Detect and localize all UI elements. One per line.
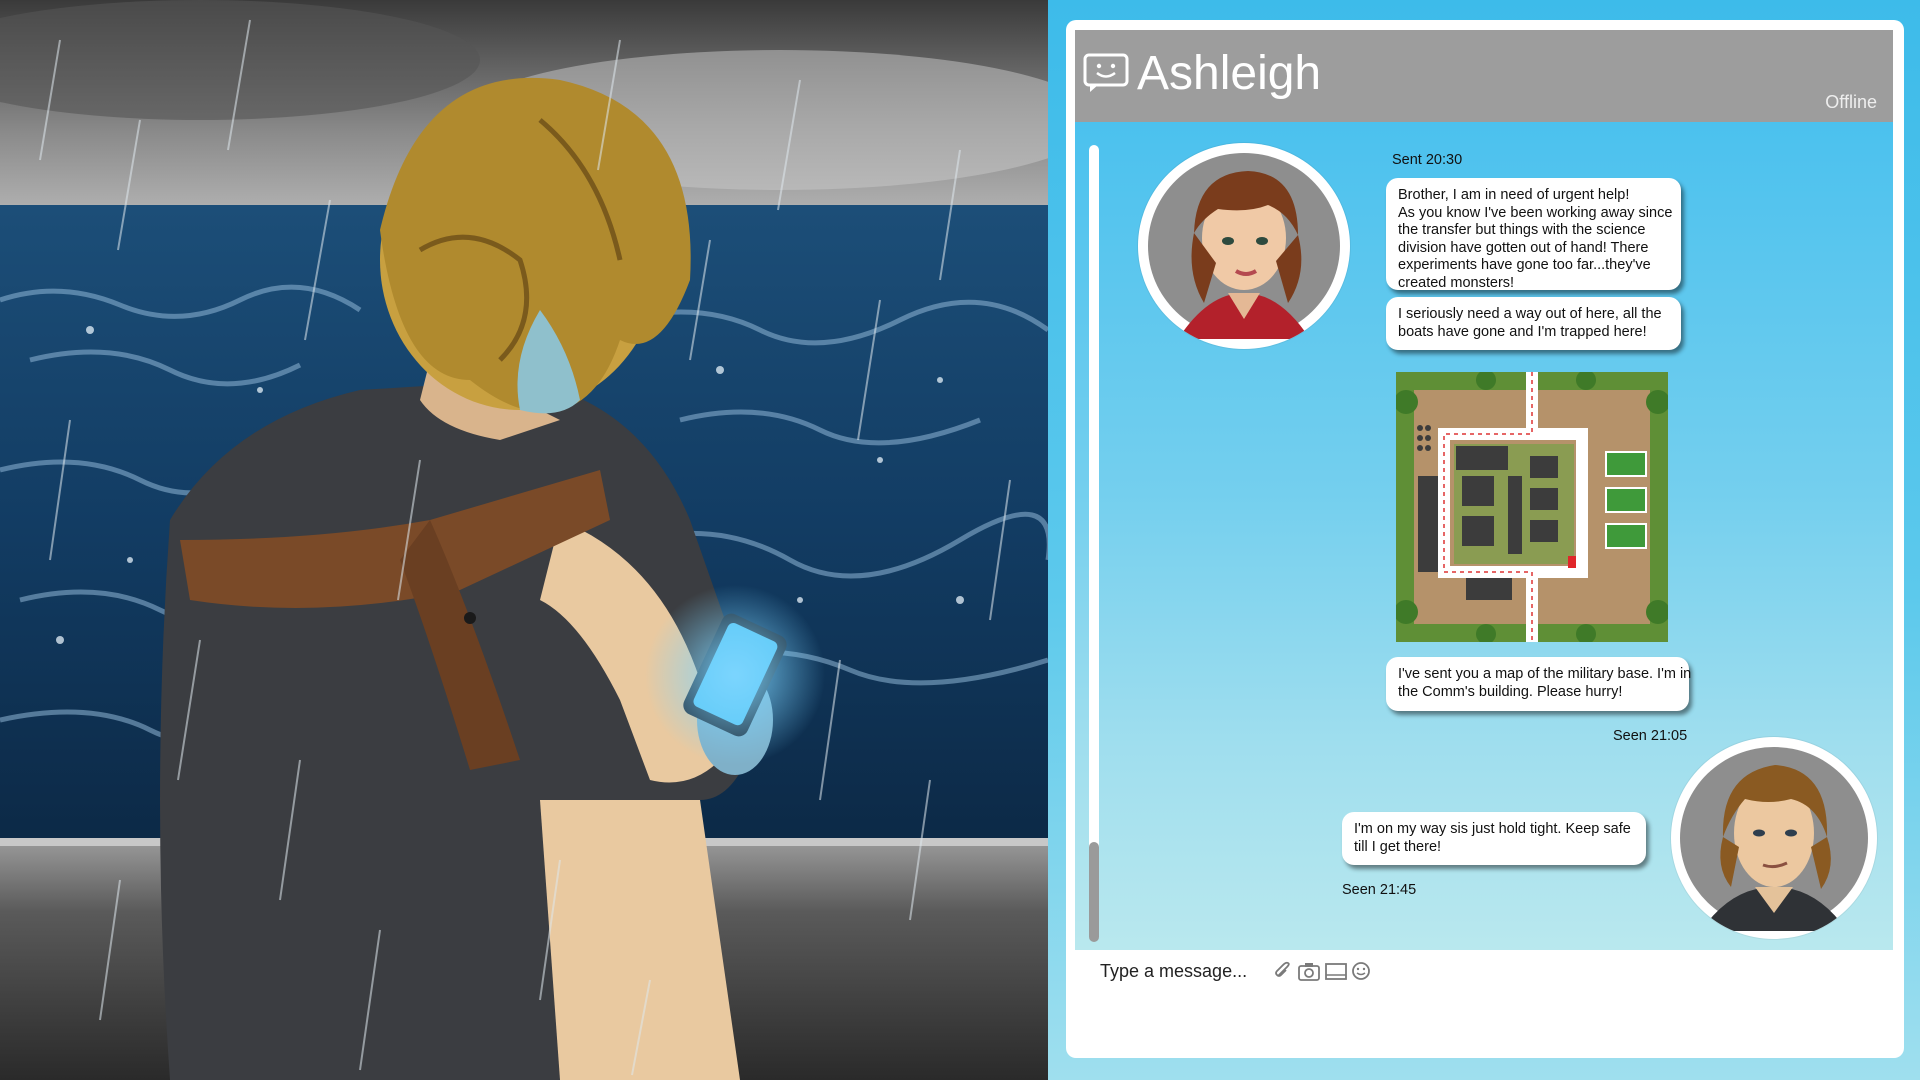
- message-text-line: As you know I've been working away since: [1398, 204, 1673, 221]
- comic-illustration: [0, 0, 1048, 1080]
- message-bubble-outgoing: I'm on my way sis just hold tight. Keep …: [1342, 812, 1646, 865]
- message-text-line: till I get there!: [1354, 838, 1442, 855]
- camera-icon[interactable]: [1297, 960, 1320, 982]
- message-input[interactable]: [1098, 956, 1262, 986]
- message-text-line: experiments have gone too far...they've: [1398, 257, 1651, 273]
- message-bubble: I've sent you a map of the military base…: [1386, 657, 1692, 711]
- scrollbar-track[interactable]: [1089, 145, 1099, 941]
- message-text-line: division have gotten out of hand! There: [1398, 239, 1649, 256]
- message-bubble: Brother, I am in need of urgent help! As…: [1386, 178, 1681, 291]
- attach-icon[interactable]: [1272, 960, 1294, 982]
- message-text-line: I've sent you a map of the military base…: [1398, 666, 1692, 682]
- military-base-map-image[interactable]: [1396, 372, 1668, 642]
- message-bubble: I seriously need a way out of here, all …: [1386, 297, 1681, 350]
- contact-status: Offline: [1825, 92, 1877, 112]
- emoji-icon[interactable]: [1350, 960, 1372, 982]
- message-text-line: the Comm's building. Please hurry!: [1398, 683, 1623, 700]
- seen-time: Seen 21:45: [1342, 882, 1417, 898]
- message-text-line: boats have gone and I'm trapped here!: [1398, 323, 1647, 340]
- message-text-line: I'm on my way sis just hold tight. Keep …: [1354, 821, 1631, 837]
- scrollbar-thumb[interactable]: [1089, 842, 1099, 942]
- sent-time: Sent 20:30: [1392, 152, 1463, 168]
- screen-icon[interactable]: [1324, 960, 1347, 982]
- message-text-line: created monsters!: [1398, 274, 1515, 291]
- message-text-line: the transfer but things with the science: [1398, 222, 1646, 238]
- message-text-line: Brother, I am in need of urgent help!: [1398, 187, 1630, 203]
- message-text-line: I seriously need a way out of here, all …: [1398, 306, 1662, 322]
- avatar-user[interactable]: [1671, 737, 1877, 939]
- avatar-ashleigh[interactable]: [1138, 143, 1350, 349]
- contact-icon: [1082, 52, 1130, 94]
- contact-name: Ashleigh: [1137, 47, 1322, 100]
